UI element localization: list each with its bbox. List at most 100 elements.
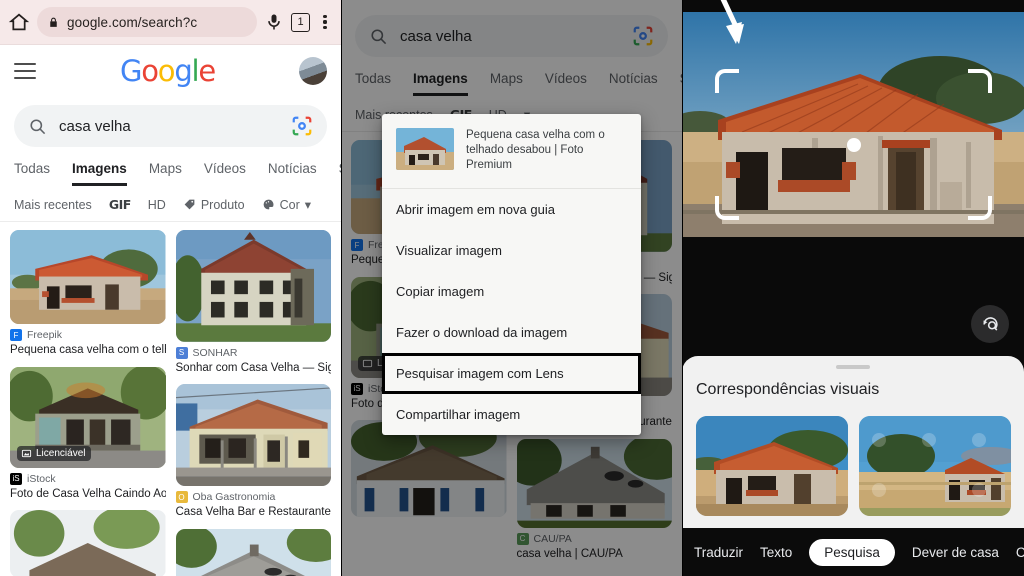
freepik-favicon: F [10,329,22,342]
result-source: O Oba Gastronomia [175,491,332,504]
image-result-card[interactable]: Licenciável iS iStock Foto de Casa Velha… [10,366,166,501]
menu-item-view-image[interactable]: Visualizar imagem [382,230,641,271]
lens-tab-texto[interactable]: Texto [760,545,792,560]
photo-match-1 [696,416,848,516]
tab-count-button[interactable]: 1 [291,12,310,32]
result-thumbnail[interactable] [10,230,166,325]
panel-divider-1 [341,0,342,576]
url-text: google.com/search?c [67,14,198,30]
browser-toolbar: google.com/search?c 1 [0,0,341,45]
filter-hd[interactable]: HD [148,198,166,212]
microphone-icon[interactable] [264,11,284,33]
filter-produto[interactable]: Produto [183,198,245,212]
menu-item-search-image-with-lens[interactable]: Pesquisar imagem com Lens [382,352,641,394]
search-icon [28,117,47,136]
result-source-label: SONHAR [192,346,238,359]
visual-match-2[interactable] [859,416,1011,516]
visual-matches-sheet: Correspondências visuais [682,356,1024,528]
panel-google-lens: Correspondências visuais Traduzir Texto … [682,0,1024,576]
crop-handle-bottom-right[interactable] [968,196,992,220]
drag-handle[interactable] [836,365,870,369]
result-caption[interactable]: Foto de Casa Velha Caindo Aos ... [10,487,166,501]
lock-icon [47,16,60,29]
result-caption[interactable]: Casa Velha Bar e Restaurante - 8... [176,505,332,519]
google-header: Google [0,45,341,97]
photo-casa-velha-6 [175,528,331,576]
crop-center-handle[interactable] [846,137,861,152]
menu-item-share-image[interactable]: Compartilhar imagem [382,394,641,435]
image-result-card[interactable]: O Oba Gastronomia Casa Velha Bar e Resta… [175,384,332,519]
context-menu-preview-title: Pequena casa velha com o telhado desabou… [466,129,605,172]
image-result-card[interactable] [10,510,166,576]
palette-icon [263,199,274,210]
photo-casa-velha-preview [396,128,454,170]
kebab-menu-icon[interactable] [317,14,333,30]
tab-imagens[interactable]: Imagens [72,161,127,186]
lens-refresh-icon [982,316,998,331]
result-source-label: Oba Gastronomia [192,491,276,504]
search-query-text: casa velha [59,117,131,135]
image-result-card[interactable] [175,528,331,576]
result-caption[interactable]: Pequena casa velha com o telha... [10,343,166,357]
lens-mode-tabs: Traduzir Texto Pesquisa Dever de casa C [682,528,1024,576]
lens-tab-dever-de-casa[interactable]: Dever de casa [912,545,999,560]
menu-item-open-in-new-tab[interactable]: Abrir imagem em nova guia [382,189,641,230]
panel-context-menu: Google casa velha [341,0,682,576]
screenshot-collage: google.com/search?c 1 Google casa velha [0,0,1024,576]
photo-casa-velha-5 [10,510,166,576]
sheet-title: Correspondências visuais [696,381,880,398]
photo-match-2 [859,416,1011,516]
result-thumbnail[interactable] [175,384,331,487]
panel-google-images-results: google.com/search?c 1 Google casa velha [0,0,341,576]
hamburger-menu-icon[interactable] [14,63,36,79]
google-logo: Google [119,53,216,88]
search-vertical-tabs: Todas Imagens Maps Vídeos Notícias Sho [0,147,341,186]
image-result-card[interactable]: F Freepik Pequena casa velha com o telha… [10,230,166,358]
result-thumbnail[interactable]: Licenciável [10,366,166,468]
status-badge: Licenciável [17,445,92,461]
down-arrow-annotation [720,0,744,44]
filter-mais-recentes[interactable]: Mais recentes [14,198,92,212]
google-images-page: Google casa velha Todas Imagens Maps Víd… [0,45,341,576]
filter-chip-row: Mais recentes GIF HD Produto Cor ▾ [0,186,341,222]
image-result-card[interactable]: S SONHAR Sonhar com Casa Velha — Signif.… [175,230,332,375]
istock-favicon: iS [10,472,22,485]
avatar[interactable] [299,57,327,85]
result-thumbnail[interactable] [10,510,166,576]
image-icon [21,449,32,457]
result-thumbnail[interactable] [175,528,331,576]
tab-maps[interactable]: Maps [149,161,182,186]
context-menu-preview: Pequena casa velha com o telhado desabou… [382,114,641,189]
result-source: S SONHAR [175,346,332,359]
tag-icon [184,199,195,210]
visual-match-1[interactable] [696,416,848,516]
lens-tab-pesquisa[interactable]: Pesquisa [809,538,895,566]
result-source: iS iStock [10,472,166,485]
filter-cor[interactable]: Cor ▾ [262,197,311,212]
tab-videos[interactable]: Vídeos [204,161,246,186]
home-icon[interactable] [8,11,30,33]
result-source: F Freepik [10,329,166,342]
results-column-right: S SONHAR Sonhar com Casa Velha — Signif.… [175,230,332,576]
photo-casa-velha-1 [10,230,166,325]
result-source-label: iStock [27,472,56,485]
tab-noticias[interactable]: Notícias [268,161,317,186]
lens-crop-frame[interactable] [715,69,992,220]
tab-todas[interactable]: Todas [14,161,50,186]
oba-favicon: O [175,491,188,504]
result-caption[interactable]: Sonhar com Casa Velha — Signif... [176,361,332,375]
crop-handle-top-left[interactable] [715,69,739,93]
crop-handle-top-right[interactable] [968,69,992,93]
search-input[interactable]: casa velha [14,105,327,147]
crop-handle-bottom-left[interactable] [715,196,739,220]
filter-gif[interactable]: GIF [109,197,131,212]
google-lens-icon[interactable] [291,115,313,137]
photo-casa-velha-2 [175,230,331,342]
result-thumbnail[interactable] [175,230,331,342]
lens-refresh-button[interactable] [971,305,1009,343]
lens-tab-compras[interactable]: C [1016,545,1024,560]
lens-tab-traduzir[interactable]: Traduzir [694,545,743,560]
menu-item-copy-image[interactable]: Copiar imagem [382,271,641,312]
menu-item-download-image[interactable]: Fazer o download da imagem [382,312,641,353]
url-bar[interactable]: google.com/search?c [37,7,257,37]
